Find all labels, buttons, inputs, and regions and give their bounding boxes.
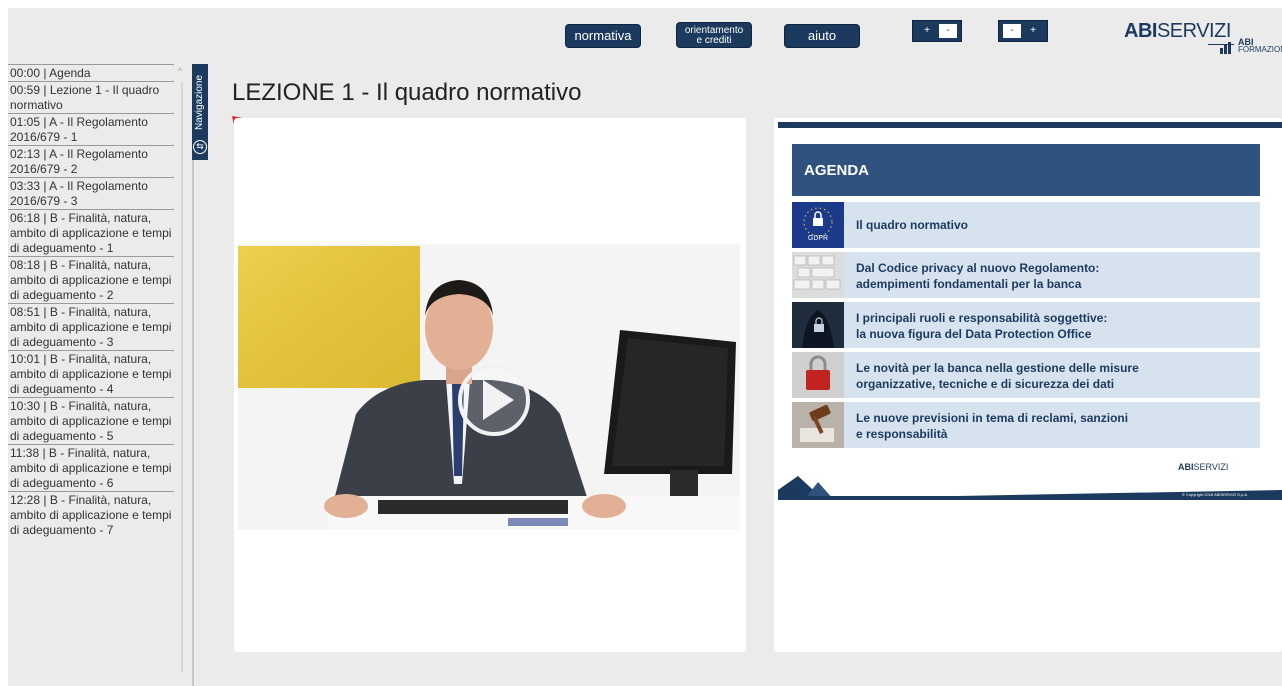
zoom-in-button[interactable]: + - [912, 20, 962, 42]
agenda-header: AGENDA [792, 144, 1260, 196]
chapter-item[interactable]: 03:33 | A - Il Regolamento 2016/679 - 3 [8, 178, 174, 210]
chapter-item[interactable]: 11:38 | B - Finalità, natura, ambito di … [8, 445, 174, 492]
chapter-item[interactable]: 00:00 | Agenda [8, 64, 174, 82]
minus-icon: - [1003, 24, 1021, 38]
gavel-icon [792, 402, 844, 448]
chapter-item[interactable]: 06:18 | B - Finalità, natura, ambito di … [8, 210, 174, 257]
video-panel [234, 118, 746, 652]
logo-text: ABISERVIZI [1124, 20, 1231, 42]
chapter-item[interactable]: 00:59 | Lezione 1 - Il quadro normativo [8, 82, 174, 114]
orientamento-crediti-button[interactable]: orientamento e crediti [676, 22, 752, 48]
top-toolbar: normativa orientamento e crediti aiuto +… [8, 8, 1282, 64]
agenda-item-text: Le novità per la banca nella gestione de… [856, 361, 1139, 391]
svg-text:GDPR: GDPR [808, 235, 828, 242]
agenda-row: Dal Codice privacy al nuovo Regolamento:… [792, 252, 1260, 300]
chapter-item[interactable]: 10:01 | B - Finalità, natura, ambito di … [8, 351, 174, 398]
navigazione-label: Navigazione [194, 74, 205, 130]
app-window: normativa orientamento e crediti aiuto +… [8, 8, 1282, 686]
agenda-item-text: Dal Codice privacy al nuovo Regolamento:… [856, 261, 1100, 291]
crediti-label: e crediti [696, 35, 732, 46]
scroll-up-icon[interactable]: ^ [178, 66, 182, 76]
collapse-arrows-icon: ⇆ [193, 140, 207, 154]
plus-icon: + [917, 24, 937, 38]
abi-formazione-mark-icon [1220, 40, 1236, 54]
agenda-item-text: I principali ruoli e responsabilità sogg… [856, 311, 1108, 341]
red-padlock-icon [792, 352, 844, 398]
slide-logo: ABISERVIZI [1178, 462, 1229, 472]
video-player[interactable] [238, 244, 740, 530]
chapter-list-scrollbar[interactable]: ^ [176, 64, 188, 686]
abi-servizi-logo: ABISERVIZI ABIFORMAZIONE [1120, 14, 1282, 58]
chapter-item[interactable]: 02:13 | A - Il Regolamento 2016/679 - 2 [8, 146, 174, 178]
slide-top-rule [778, 122, 1282, 128]
agenda-title: AGENDA [804, 162, 870, 179]
divider [192, 160, 194, 686]
chapter-item[interactable]: 10:30 | B - Finalità, natura, ambito di … [8, 398, 174, 445]
agenda-item-text: Le nuove previsioni in tema di reclami, … [856, 411, 1129, 441]
gdpr-lock-icon: GDPR [792, 202, 844, 248]
plus-icon: + [1023, 24, 1043, 38]
aiuto-button[interactable]: aiuto [784, 24, 860, 48]
minus-icon: - [939, 24, 957, 38]
abi-formazione-label: ABIFORMAZIONE [1238, 37, 1282, 54]
agenda-row: I principali ruoli e responsabilità sogg… [792, 302, 1260, 350]
slide-copyright: © Copyright 2018 ABISERVIZI S.p.A. [1182, 492, 1249, 497]
keyboard-icon [792, 252, 844, 298]
chapter-item[interactable]: 08:51 | B - Finalità, natura, ambito di … [8, 304, 174, 351]
chapter-item[interactable]: 01:05 | A - Il Regolamento 2016/679 - 1 [8, 114, 174, 146]
chapter-item[interactable]: 08:18 | B - Finalità, natura, ambito di … [8, 257, 174, 304]
navigazione-toggle-tab[interactable]: Navigazione ⇆ [192, 64, 208, 160]
agenda-row: GDPR Il quadro normativo [792, 202, 1260, 250]
normativa-button[interactable]: normativa [565, 24, 641, 48]
agenda-row: Le novità per la banca nella gestione de… [792, 352, 1260, 400]
scroll-track[interactable] [181, 82, 183, 672]
page-title: LEZIONE 1 - Il quadro normativo [232, 79, 582, 106]
agenda-row: Le nuove previsioni in tema di reclami, … [792, 402, 1260, 450]
video-frame-image [238, 244, 740, 530]
chapter-list: 00:00 | Agenda 00:59 | Lezione 1 - Il qu… [8, 64, 174, 686]
zoom-out-button[interactable]: - + [998, 20, 1048, 42]
agenda-item-text: Il quadro normativo [856, 218, 969, 232]
hooded-figure-icon [792, 302, 844, 348]
slide-panel: AGENDA GDPR Il quadro normativo Dal Codi… [774, 118, 1282, 652]
chapter-item[interactable]: 12:28 | B - Finalità, natura, ambito di … [8, 492, 174, 538]
